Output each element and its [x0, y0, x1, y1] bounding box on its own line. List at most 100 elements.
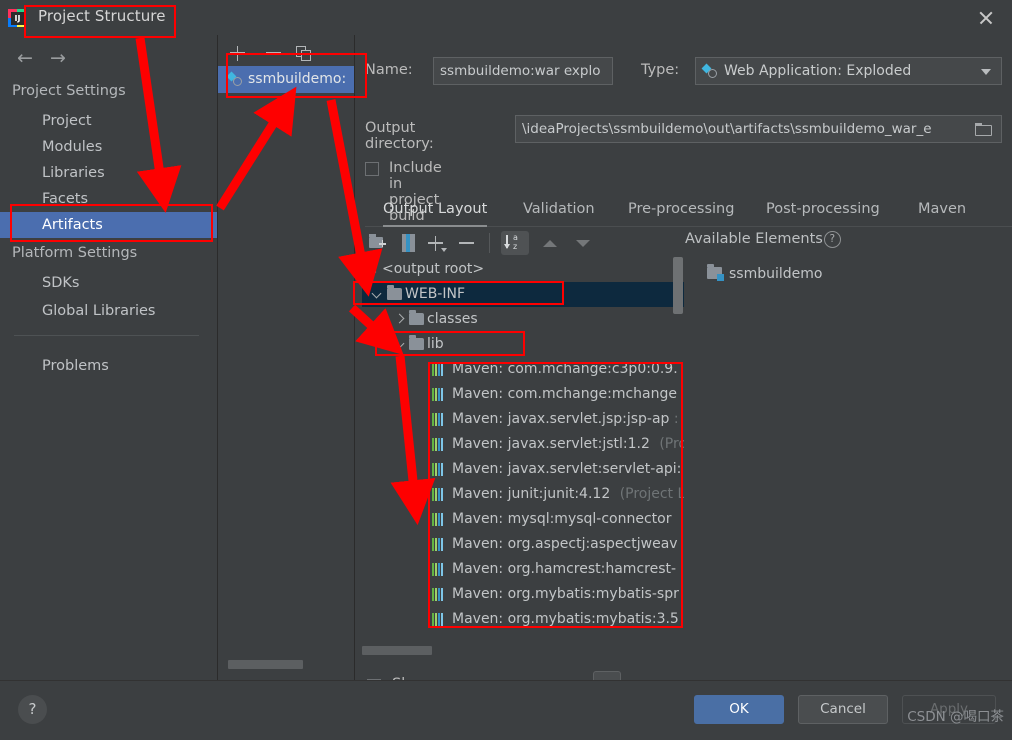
library-icon	[432, 488, 445, 501]
name-label: Name:	[365, 62, 413, 78]
tree-node-web-inf[interactable]: WEB-INF	[362, 282, 684, 307]
chevron-down-icon[interactable]	[981, 69, 991, 75]
dialog-footer: ? OK Cancel Apply	[0, 680, 1012, 737]
minus-icon[interactable]	[264, 43, 286, 63]
folder-icon	[387, 285, 402, 300]
tree-node-library[interactable]: Maven: javax.servlet:servlet-api:	[362, 457, 684, 482]
library-icon	[432, 438, 445, 451]
tree-node-label: Maven: javax.servlet:jstl:1.2	[452, 436, 650, 452]
artifacts-horizontal-scrollbar[interactable]	[228, 660, 303, 669]
output-tree-horizontal-scrollbar[interactable]	[362, 646, 432, 655]
tree-node-library[interactable]: Maven: mysql:mysql-connector	[362, 507, 684, 532]
folder-icon	[409, 310, 424, 325]
settings-sidebar: ← → Project Settings Project Modules Lib…	[0, 35, 218, 680]
tree-node-label: Maven: javax.servlet.jsp:jsp-ap	[452, 411, 670, 427]
sidebar-item-global-libraries[interactable]: Global Libraries	[0, 298, 217, 324]
chevron-right-icon[interactable]	[395, 314, 406, 325]
tab-pre-processing[interactable]: Pre-processing	[628, 195, 734, 225]
tree-node-label: classes	[427, 311, 478, 327]
scrollbar-thumb[interactable]	[673, 257, 683, 314]
folder-icon	[409, 335, 424, 350]
copy-icon[interactable]	[294, 43, 316, 63]
plus-dropdown-icon[interactable]	[426, 232, 450, 254]
toolbar-divider	[489, 233, 490, 253]
chevron-down-icon[interactable]	[395, 339, 406, 350]
available-elements-tree[interactable]: ssmbuildemo	[685, 257, 1007, 645]
available-elements-label: Available Elements	[685, 231, 823, 247]
web-artifact-icon	[226, 71, 242, 87]
ok-button[interactable]: OK	[694, 695, 784, 724]
tree-node-label: lib	[427, 336, 444, 352]
cancel-button[interactable]: Cancel	[798, 695, 888, 724]
tab-maven[interactable]: Maven	[918, 195, 966, 225]
library-icon	[432, 388, 445, 401]
sidebar-item-libraries[interactable]: Libraries	[0, 160, 217, 186]
intellij-idea-logo-icon: IJ	[8, 9, 27, 28]
chevron-down-icon[interactable]	[372, 289, 383, 300]
web-artifact-icon	[701, 63, 718, 79]
sort-az-icon[interactable]: a z	[501, 231, 529, 255]
tab-post-processing[interactable]: Post-processing	[766, 195, 880, 225]
library-icon	[432, 463, 445, 476]
title-bar: IJ Project Structure	[0, 0, 1012, 35]
arrow-down-icon[interactable]	[572, 232, 596, 254]
question-mark-icon[interactable]: ?	[823, 231, 841, 248]
artifact-list-item-label: ssmbuildemo:	[248, 71, 347, 87]
tree-node-library[interactable]: Maven: org.aspectj:aspectjweav	[362, 532, 684, 557]
tree-node-library[interactable]: Maven: org.mybatis:mybatis:3.5	[362, 607, 684, 632]
arrow-left-icon[interactable]: ←	[10, 45, 40, 71]
tree-node-output-root[interactable]: <output root>	[362, 257, 684, 282]
tree-node-label: Maven: org.mybatis:mybatis-spr	[452, 586, 679, 602]
folder-browse-icon[interactable]	[975, 123, 993, 137]
plus-icon[interactable]	[228, 43, 250, 63]
artifact-type-select[interactable]: Web Application: Exploded	[695, 57, 1002, 85]
tree-node-lib[interactable]: lib	[362, 332, 684, 357]
tab-validation[interactable]: Validation	[523, 195, 595, 225]
tab-output-layout[interactable]: Output Layout	[383, 195, 488, 227]
minus-icon[interactable]	[457, 232, 481, 254]
artifacts-list-panel: ssmbuildemo:	[218, 35, 355, 680]
tree-node-label: Maven: com.mchange:mchange	[452, 386, 677, 402]
output-layout-toolbar: a z	[363, 229, 603, 257]
sidebar-divider	[14, 335, 199, 336]
available-elements-header: Available Elements?	[685, 231, 841, 248]
help-button[interactable]: ?	[18, 695, 47, 724]
artifact-list-item[interactable]: ssmbuildemo:	[218, 66, 354, 93]
arrow-right-icon[interactable]: →	[43, 45, 73, 71]
tree-node-library[interactable]: Maven: com.mchange:c3p0:0.9.	[362, 357, 684, 382]
sidebar-item-facets[interactable]: Facets	[0, 186, 217, 212]
tree-node-label: <output root>	[382, 261, 485, 277]
sidebar-item-artifacts[interactable]: Artifacts	[0, 212, 217, 238]
tree-node-library[interactable]: Maven: com.mchange:mchange	[362, 382, 684, 407]
tree-node-label: Maven: junit:junit:4.12	[452, 486, 611, 502]
library-icon	[432, 563, 445, 576]
sidebar-item-modules[interactable]: Modules	[0, 134, 217, 160]
tree-node-label: Maven: org.mybatis:mybatis:3.5	[452, 611, 679, 627]
tree-node-library[interactable]: Maven: javax.servlet.jsp:jsp-ap :	[362, 407, 684, 432]
tree-node-label: Maven: javax.servlet:servlet-api:	[452, 461, 682, 477]
output-layout-tree[interactable]: <output root> WEB-INF classes lib Maven:…	[362, 257, 684, 645]
available-element-item[interactable]: ssmbuildemo	[707, 262, 822, 286]
tree-node-classes[interactable]: classes	[362, 307, 684, 332]
tree-node-library[interactable]: Maven: junit:junit:4.12 (Project L	[362, 482, 684, 507]
sidebar-group-platform-settings: Platform Settings	[12, 245, 138, 261]
tree-node-library[interactable]: Maven: javax.servlet:jstl:1.2 (Pro	[362, 432, 684, 457]
sidebar-item-problems[interactable]: Problems	[0, 353, 217, 379]
output-directory-input[interactable]: \ideaProjects\ssmbuildemo\out\artifacts\…	[515, 115, 1002, 143]
sidebar-item-sdks[interactable]: SDKs	[0, 270, 217, 296]
tree-node-label: WEB-INF	[405, 286, 465, 302]
module-icon	[707, 264, 724, 281]
available-element-label: ssmbuildemo	[729, 266, 823, 282]
add-directory-icon[interactable]	[366, 232, 390, 254]
arrow-up-icon[interactable]	[539, 232, 563, 254]
tree-node-library[interactable]: Maven: org.hamcrest:hamcrest-	[362, 557, 684, 582]
add-archive-icon[interactable]	[397, 232, 421, 254]
output-directory-label: Output directory:	[365, 120, 434, 152]
include-in-build-checkbox[interactable]	[365, 162, 379, 176]
artifact-name-input[interactable]: ssmbuildemo:war explo	[433, 57, 613, 85]
tree-node-library[interactable]: Maven: org.mybatis:mybatis-spr	[362, 582, 684, 607]
artifact-root-icon	[362, 261, 377, 277]
output-tree-vertical-scrollbar[interactable]	[672, 257, 684, 645]
sidebar-item-project[interactable]: Project	[0, 108, 217, 134]
close-icon[interactable]	[974, 6, 998, 30]
